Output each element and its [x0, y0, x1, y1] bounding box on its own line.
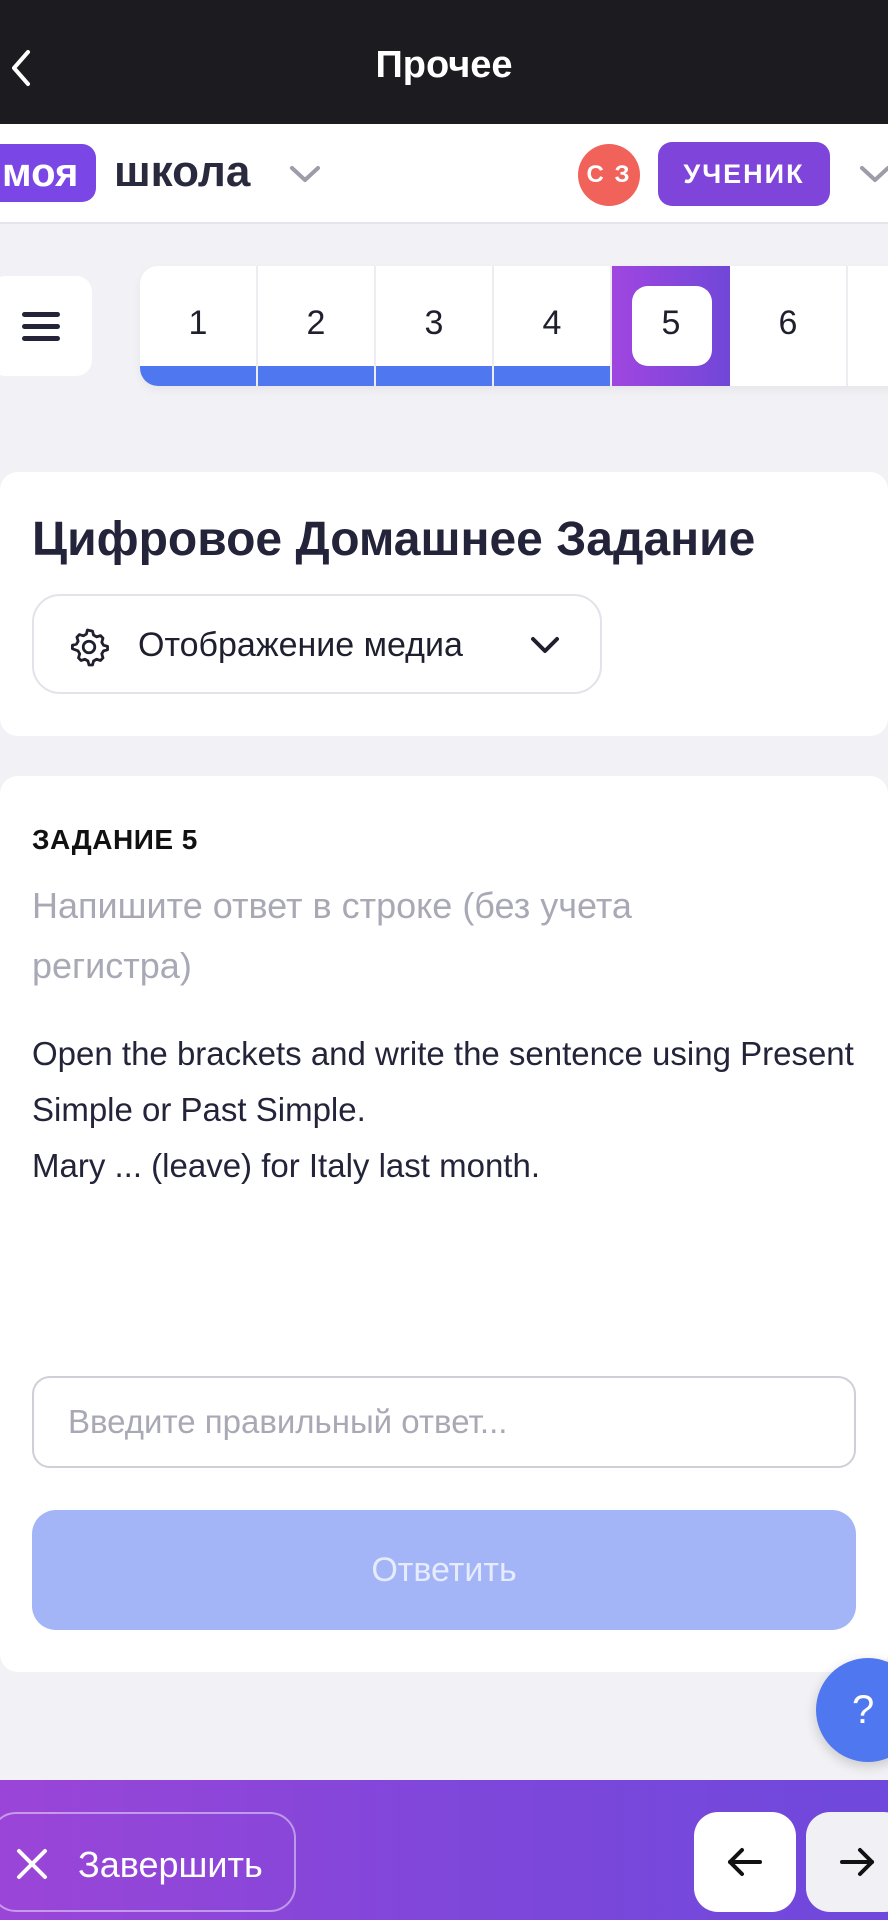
finish-button[interactable]: Завершить	[0, 1812, 296, 1912]
task-progress-bar	[494, 366, 610, 386]
close-icon	[17, 1849, 47, 1879]
menu-icon	[22, 312, 60, 348]
role-badge[interactable]: УЧЕНИК	[658, 142, 830, 206]
task-card: ЗАДАНИЕ 5 Напишите ответ в строке (без у…	[0, 776, 888, 1672]
task-tab-4[interactable]: 4	[494, 266, 612, 386]
arrow-right-icon	[840, 1848, 874, 1876]
task-question: Open the brackets and write the sentence…	[32, 1035, 854, 1184]
media-display-dropdown[interactable]: Отображение медиа	[32, 594, 602, 694]
task-number: 5	[661, 304, 681, 342]
task-tab-6[interactable]: 6	[730, 266, 848, 386]
task-tab-2[interactable]: 2	[258, 266, 376, 386]
logo-part-moya[interactable]: моя	[0, 144, 97, 202]
task-number: 6	[778, 304, 798, 342]
avatar[interactable]: С З	[578, 144, 640, 206]
task-tab-5[interactable]: 5	[612, 266, 730, 386]
answer-input[interactable]	[32, 1376, 856, 1468]
finish-label: Завершить	[78, 1844, 263, 1885]
task-tab-3[interactable]: 3	[376, 266, 494, 386]
next-task-button[interactable]	[806, 1812, 888, 1912]
homework-title: Цифровое Домашнее Задание	[32, 513, 756, 566]
task-instruction: Напишите ответ в строке (без учета регис…	[32, 885, 632, 986]
task-progress-bar	[258, 366, 374, 386]
help-button[interactable]: ?	[816, 1658, 888, 1762]
media-display-label: Отображение медиа	[138, 626, 463, 664]
task-navigation: 1 2 3 4 5 6	[140, 266, 888, 386]
gear-icon	[70, 628, 109, 667]
arrow-left-icon	[728, 1848, 762, 1876]
task-number: 1	[188, 304, 208, 342]
task-label: ЗАДАНИЕ 5	[32, 824, 198, 855]
top-bar: Прочее	[0, 0, 888, 124]
task-tab-1[interactable]: 1	[140, 266, 258, 386]
task-number: 2	[306, 304, 326, 342]
app-header: моя школа С З УЧЕНИК	[0, 124, 888, 224]
homework-card: Цифровое Домашнее Задание Отображение ме…	[0, 472, 888, 736]
logo-part-shkola[interactable]: школа	[114, 144, 250, 200]
task-progress-bar	[140, 366, 256, 386]
chevron-down-icon	[531, 637, 559, 653]
chevron-down-icon[interactable]	[860, 160, 888, 188]
submit-button[interactable]: Ответить	[32, 1510, 856, 1630]
task-number: 3	[424, 304, 444, 342]
page-title: Прочее	[375, 44, 513, 86]
previous-task-button[interactable]	[694, 1812, 796, 1912]
task-progress-bar	[376, 366, 492, 386]
bottom-bar: Завершить	[0, 1780, 888, 1920]
task-number: 4	[542, 304, 562, 342]
menu-button[interactable]	[0, 276, 92, 376]
chevron-down-icon[interactable]	[288, 160, 322, 188]
